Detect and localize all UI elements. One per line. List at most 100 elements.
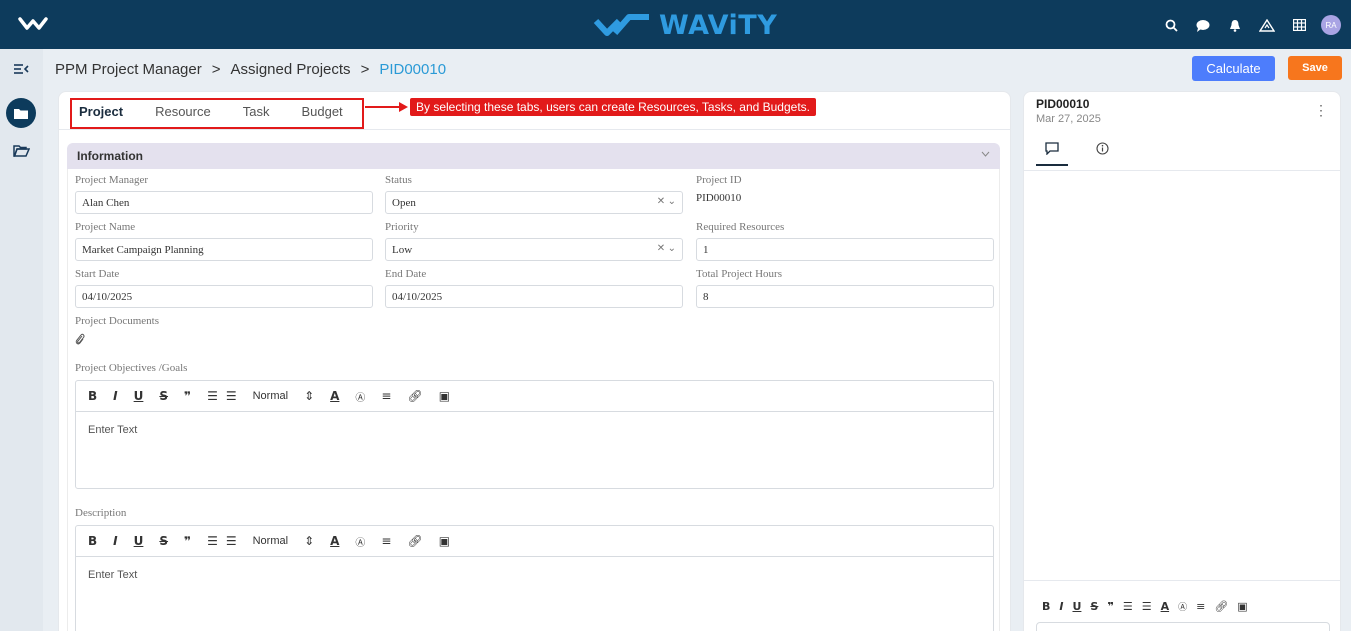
italic-icon[interactable]: I bbox=[113, 389, 117, 403]
strikethrough-icon[interactable]: S bbox=[1090, 600, 1098, 613]
format-chevron-icon[interactable]: ⇕ bbox=[304, 389, 314, 403]
triangle-logo-icon[interactable] bbox=[1251, 14, 1283, 36]
strikethrough-icon[interactable]: S bbox=[159, 534, 168, 548]
top-bar: WAViTY RA bbox=[0, 0, 1351, 49]
open-folder-icon[interactable] bbox=[10, 139, 32, 161]
background-color-icon[interactable]: Ⓐ bbox=[355, 389, 365, 404]
strikethrough-icon[interactable]: S bbox=[159, 389, 168, 403]
bullet-list-icon[interactable]: ☰ bbox=[226, 534, 237, 548]
underline-icon[interactable]: U bbox=[134, 389, 144, 403]
search-icon[interactable] bbox=[1155, 14, 1187, 36]
side-panel-divider bbox=[1024, 170, 1340, 171]
start-date-label: Start Date bbox=[75, 268, 120, 280]
clear-chevron-icon[interactable]: ✕ ⌄ bbox=[657, 196, 676, 207]
underline-icon[interactable]: U bbox=[134, 534, 144, 548]
align-icon[interactable]: ≡ bbox=[381, 534, 391, 548]
info-tab-icon[interactable] bbox=[1086, 138, 1118, 166]
priority-select[interactable]: Low ✕ ⌄ bbox=[385, 238, 683, 261]
underline-icon[interactable]: U bbox=[1072, 600, 1081, 613]
bold-icon[interactable]: B bbox=[88, 389, 97, 403]
project-name-label: Project Name bbox=[75, 221, 136, 233]
italic-icon[interactable]: I bbox=[113, 534, 117, 548]
image-icon[interactable]: ▣ bbox=[439, 389, 450, 403]
comment-input[interactable] bbox=[1036, 622, 1330, 631]
breadcrumb-item-assigned-projects[interactable]: Assigned Projects bbox=[231, 61, 351, 78]
ordered-list-icon[interactable]: ☰ bbox=[207, 534, 218, 548]
brand-mark-icon bbox=[593, 14, 649, 36]
objectives-editor[interactable]: B I U S ❞ ☰ ☰ Normal ⇕ A Ⓐ ≡ 🔗︎ ▣ Enter … bbox=[75, 380, 994, 489]
bullet-list-icon[interactable]: ☰ bbox=[1142, 600, 1152, 613]
bold-icon[interactable]: B bbox=[88, 534, 97, 548]
priority-value: Low bbox=[392, 244, 413, 256]
align-icon[interactable]: ≡ bbox=[381, 389, 391, 403]
more-options-icon[interactable]: ⋮ bbox=[1314, 102, 1328, 119]
italic-icon[interactable]: I bbox=[1059, 600, 1063, 613]
grid-icon[interactable] bbox=[1283, 14, 1315, 36]
projects-folder-icon[interactable] bbox=[6, 98, 36, 128]
callout-arrow-line bbox=[365, 106, 401, 108]
objectives-placeholder: Enter Text bbox=[88, 424, 138, 436]
chat-icon[interactable] bbox=[1187, 14, 1219, 36]
project-manager-field[interactable]: Alan Chen bbox=[75, 191, 373, 214]
description-editor[interactable]: B I U S ❞ ☰ ☰ Normal ⇕ A Ⓐ ≡ 🔗︎ ▣ Enter … bbox=[75, 525, 994, 631]
paperclip-icon[interactable] bbox=[75, 333, 85, 348]
brand-logo: WAViTY bbox=[593, 8, 777, 42]
chevron-down-icon[interactable] bbox=[981, 149, 990, 160]
status-label: Status bbox=[385, 174, 412, 186]
brand-name: WAViTY bbox=[659, 9, 778, 41]
quote-icon[interactable]: ❞ bbox=[1107, 600, 1113, 613]
information-section-header[interactable]: Information bbox=[67, 143, 1000, 169]
description-placeholder: Enter Text bbox=[88, 569, 138, 581]
format-select[interactable]: Normal bbox=[253, 535, 288, 547]
ordered-list-icon[interactable]: ☰ bbox=[1123, 600, 1133, 613]
status-select[interactable]: Open ✕ ⌄ bbox=[385, 191, 683, 214]
breadcrumb-separator: > bbox=[211, 61, 221, 78]
project-documents-label: Project Documents bbox=[75, 315, 160, 327]
comments-tab-icon[interactable] bbox=[1036, 138, 1068, 166]
collapse-menu-icon[interactable] bbox=[10, 58, 32, 80]
side-panel-divider bbox=[1024, 580, 1340, 581]
link-icon[interactable]: 🔗︎ bbox=[407, 534, 422, 548]
calculate-button[interactable]: Calculate bbox=[1192, 56, 1275, 81]
information-section-body: Project Manager Alan Chen Status Open ✕ … bbox=[67, 169, 1000, 631]
objectives-label: Project Objectives /Goals bbox=[75, 362, 188, 374]
text-color-icon[interactable]: A bbox=[330, 534, 339, 548]
bold-icon[interactable]: B bbox=[1042, 600, 1050, 613]
format-select[interactable]: Normal bbox=[253, 390, 288, 402]
end-date-field[interactable]: 04/10/2025 bbox=[385, 285, 683, 308]
text-color-icon[interactable]: A bbox=[1161, 600, 1170, 613]
background-color-icon[interactable]: Ⓐ bbox=[355, 534, 365, 549]
text-color-icon[interactable]: A bbox=[330, 389, 339, 403]
breadcrumb-item-ppm[interactable]: PPM Project Manager bbox=[55, 61, 202, 78]
align-icon[interactable]: ≡ bbox=[1196, 600, 1205, 613]
image-icon[interactable]: ▣ bbox=[1237, 600, 1247, 613]
project-form-card: Project Resource Task Budget By selectin… bbox=[58, 91, 1011, 631]
breadcrumb: PPM Project Manager > Assigned Projects … bbox=[55, 61, 446, 78]
required-resources-label: Required Resources bbox=[696, 221, 785, 233]
project-id-label: Project ID bbox=[696, 174, 742, 186]
background-color-icon[interactable]: Ⓐ bbox=[1178, 600, 1187, 613]
clear-chevron-icon[interactable]: ✕ ⌄ bbox=[657, 243, 676, 254]
quote-icon[interactable]: ❞ bbox=[184, 534, 191, 548]
start-date-field[interactable]: 04/10/2025 bbox=[75, 285, 373, 308]
comment-editor-toolbar: B I U S ❞ ☰ ☰ A Ⓐ ≡ 🔗︎ ▣ bbox=[1042, 600, 1257, 613]
project-id-value: PID00010 bbox=[696, 192, 742, 204]
avatar[interactable]: RA bbox=[1321, 15, 1341, 35]
end-date-label: End Date bbox=[385, 268, 427, 280]
required-resources-field[interactable]: 1 bbox=[696, 238, 994, 261]
image-icon[interactable]: ▣ bbox=[439, 534, 450, 548]
save-button[interactable]: Save bbox=[1288, 56, 1342, 80]
ordered-list-icon[interactable]: ☰ bbox=[207, 389, 218, 403]
app-menu-logo-icon[interactable] bbox=[18, 14, 48, 34]
annotation-callout: By selecting these tabs, users can creat… bbox=[410, 98, 816, 116]
link-icon[interactable]: 🔗︎ bbox=[1214, 600, 1228, 613]
format-chevron-icon[interactable]: ⇕ bbox=[304, 534, 314, 548]
link-icon[interactable]: 🔗︎ bbox=[407, 389, 422, 403]
side-panel-date: Mar 27, 2025 bbox=[1036, 113, 1101, 125]
project-name-field[interactable]: Market Campaign Planning bbox=[75, 238, 373, 261]
editor-toolbar: B I U S ❞ ☰ ☰ Normal ⇕ A Ⓐ ≡ 🔗︎ ▣ bbox=[76, 526, 993, 557]
total-hours-field[interactable]: 8 bbox=[696, 285, 994, 308]
bullet-list-icon[interactable]: ☰ bbox=[226, 389, 237, 403]
quote-icon[interactable]: ❞ bbox=[184, 389, 191, 403]
bell-icon[interactable] bbox=[1219, 14, 1251, 36]
